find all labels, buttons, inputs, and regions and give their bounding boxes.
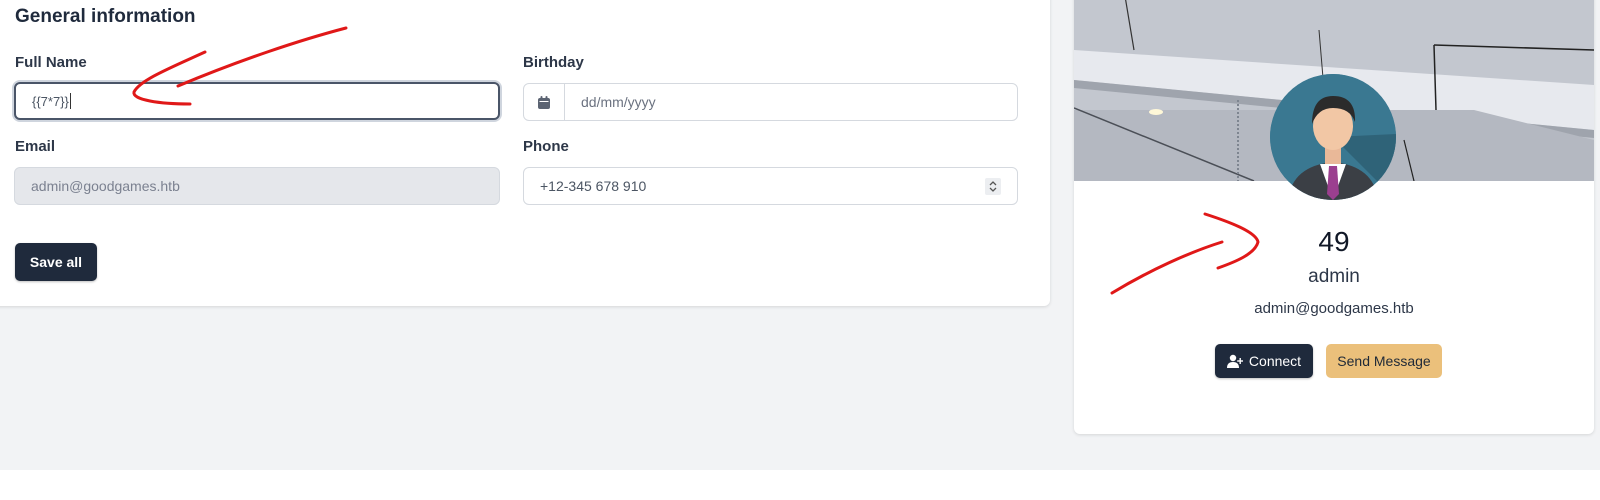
full-name-label: Full Name bbox=[15, 54, 87, 71]
connect-label: Connect bbox=[1248, 353, 1302, 369]
email-label: Email bbox=[15, 138, 56, 155]
bottom-card bbox=[0, 470, 1600, 500]
avatar-icon bbox=[1270, 74, 1396, 200]
profile-email: admin@goodgames.htb bbox=[1254, 300, 1414, 317]
phone-label: Phone bbox=[523, 138, 569, 155]
text-cursor bbox=[69, 93, 71, 109]
send-message-button[interactable]: Send Message bbox=[1326, 344, 1442, 378]
calendar-icon[interactable] bbox=[524, 84, 565, 120]
full-name-input[interactable]: {{7*7}} bbox=[14, 82, 500, 120]
general-information-card: General information Full Name {{7*7}} Bi… bbox=[0, 0, 1050, 306]
profile-number: 49 bbox=[1318, 226, 1350, 257]
profile-card: 49 admin admin@goodgames.htb Connect Sen… bbox=[1074, 0, 1594, 434]
phone-input[interactable]: +12-345 678 910 bbox=[523, 167, 1018, 205]
connect-button[interactable]: Connect bbox=[1215, 344, 1313, 378]
birthday-placeholder: dd/mm/yyyy bbox=[581, 94, 656, 110]
phone-value: +12-345 678 910 bbox=[540, 178, 647, 194]
full-name-value: {{7*7}} bbox=[32, 93, 69, 109]
birthday-label: Birthday bbox=[523, 54, 584, 71]
email-input: admin@goodgames.htb bbox=[14, 167, 500, 205]
spinner-icon[interactable] bbox=[985, 178, 1001, 195]
section-title: General information bbox=[15, 6, 196, 27]
birthday-input[interactable]: dd/mm/yyyy bbox=[523, 83, 1018, 121]
user-plus-icon bbox=[1226, 354, 1243, 368]
save-all-button[interactable]: Save all bbox=[15, 243, 97, 281]
profile-name: admin bbox=[1308, 266, 1360, 287]
email-value: admin@goodgames.htb bbox=[31, 178, 180, 194]
